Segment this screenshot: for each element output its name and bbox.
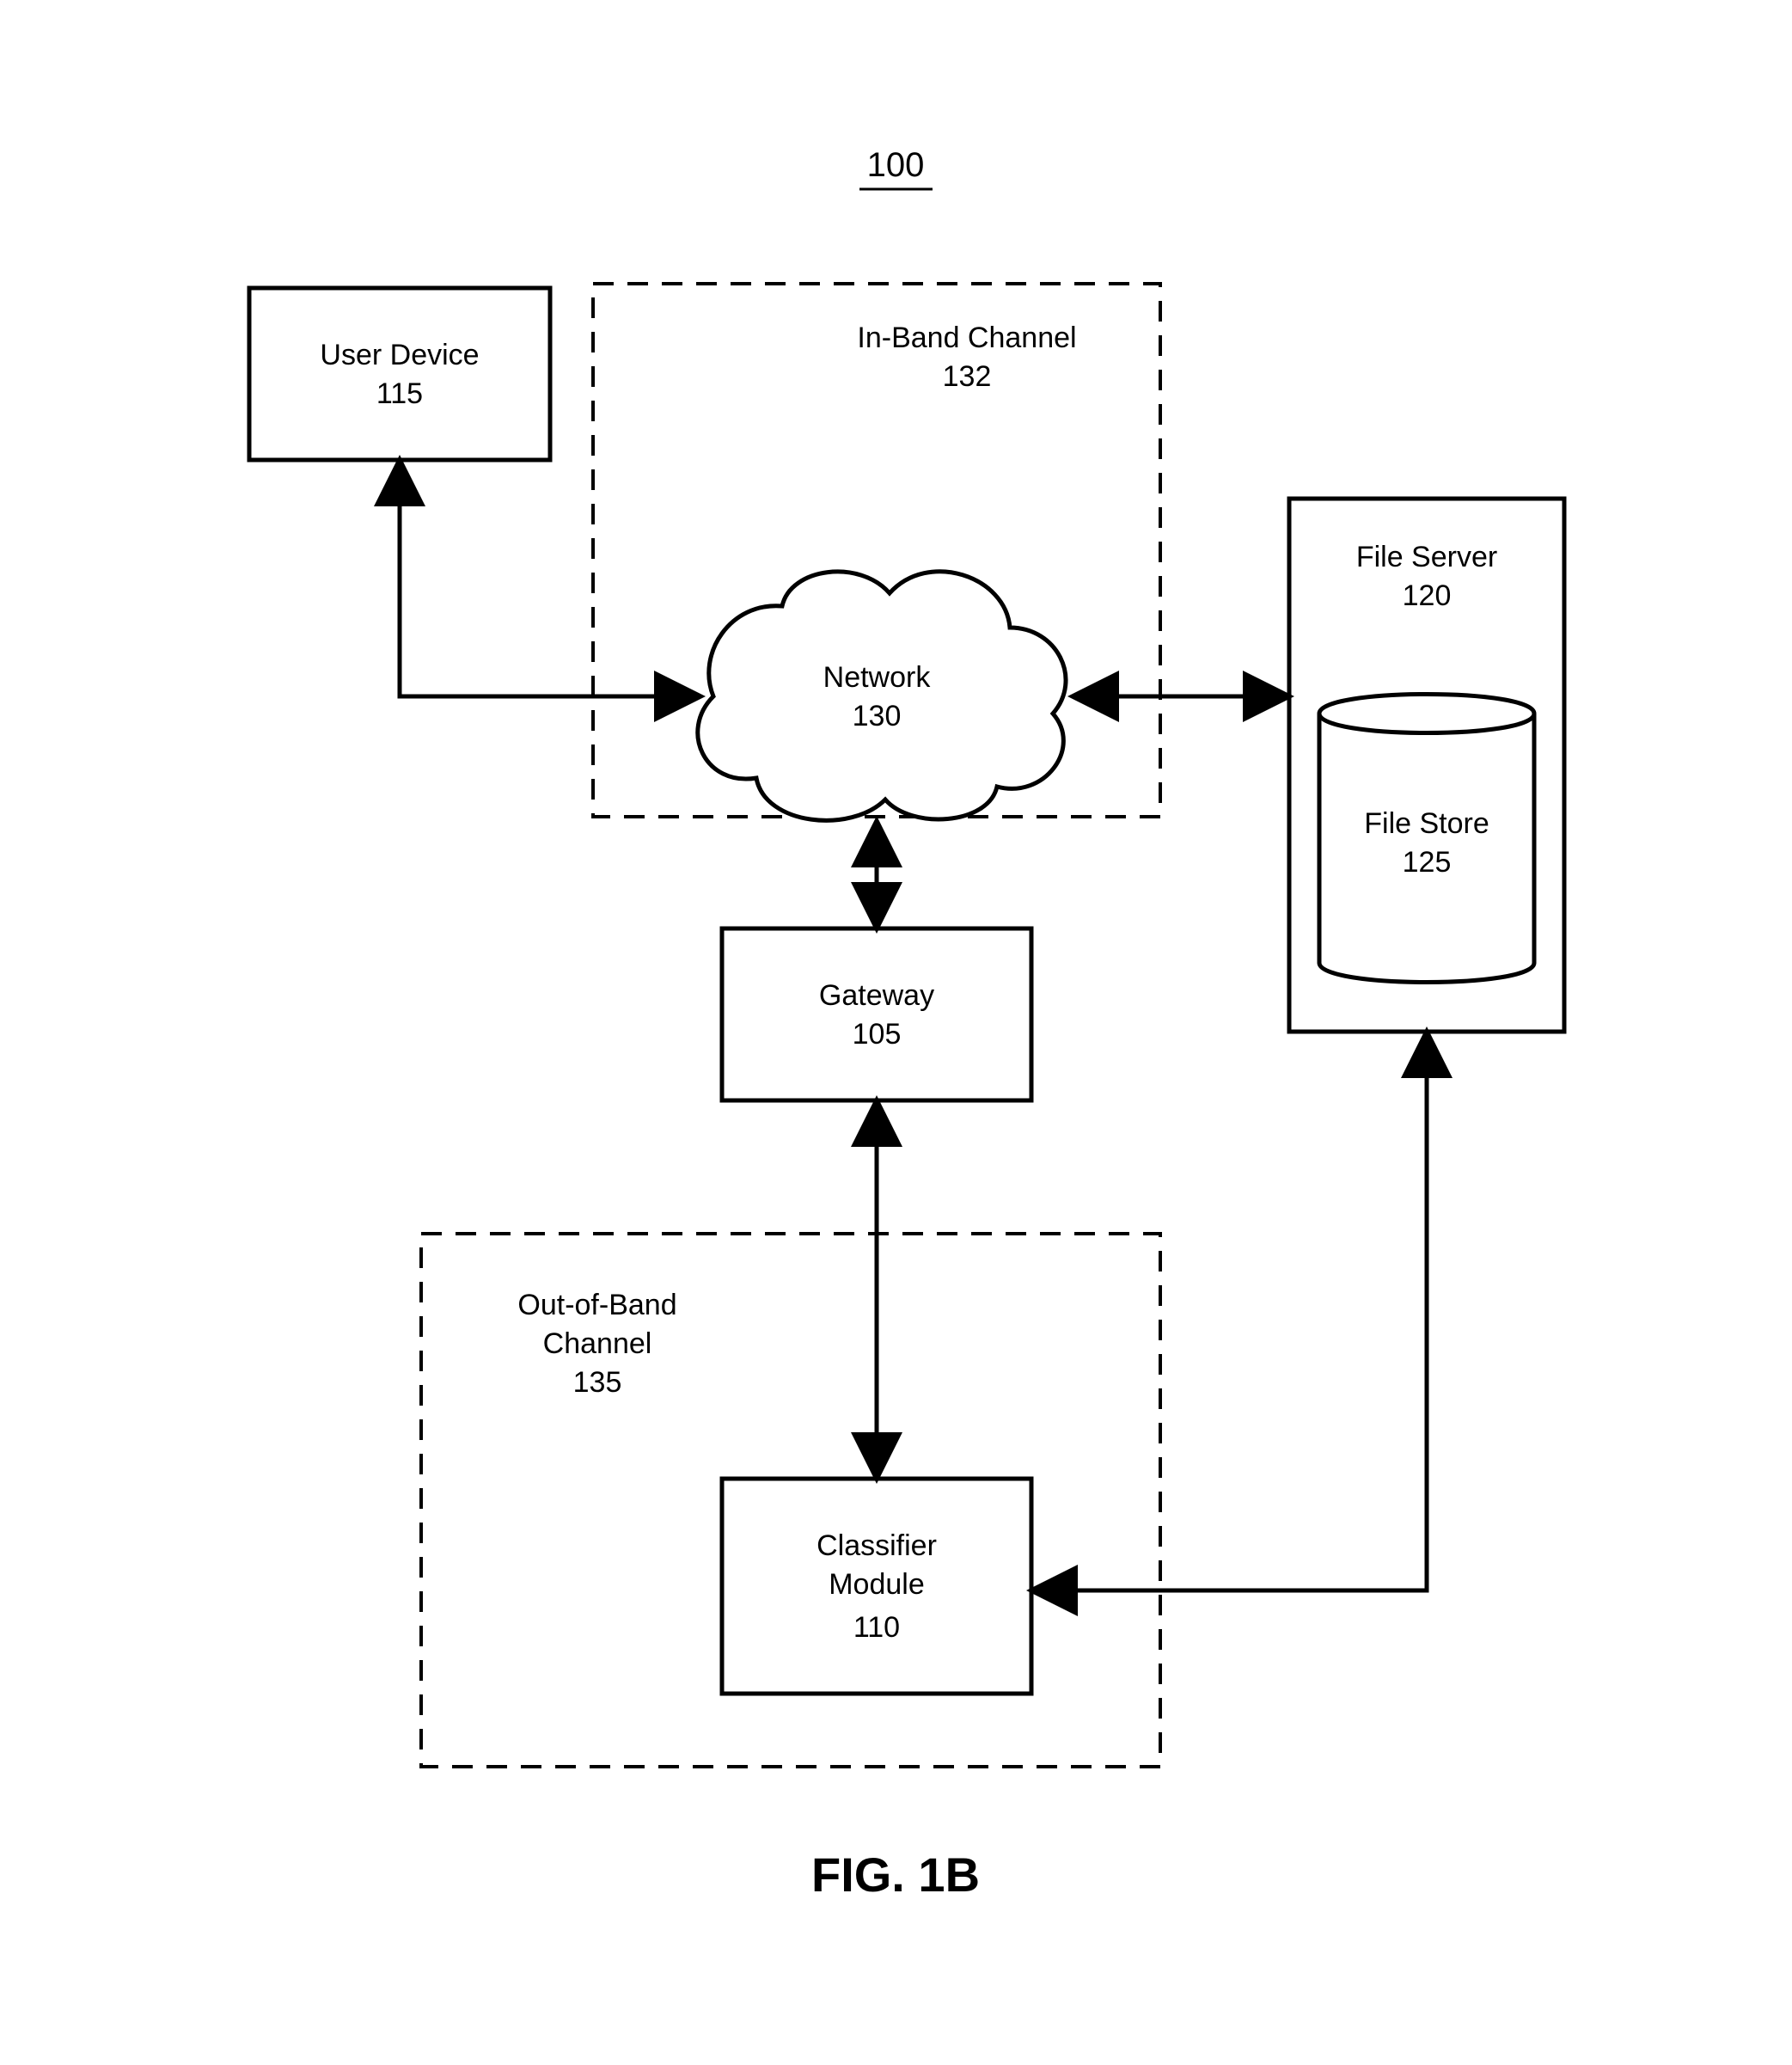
classifier-module-node: Classifier Module 110 xyxy=(722,1479,1031,1694)
network-label: Network xyxy=(823,661,932,694)
file-store-label: File Store xyxy=(1364,807,1489,840)
gateway-node: Gateway 105 xyxy=(722,928,1031,1100)
network-node: Network 130 xyxy=(698,572,1066,821)
user-device-node: User Device 115 xyxy=(249,288,550,460)
connector-userdevice-network xyxy=(400,460,700,696)
out-of-band-label-1: Out-of-Band xyxy=(517,1289,676,1321)
file-server-ref: 120 xyxy=(1403,579,1452,612)
user-device-rect xyxy=(249,288,550,460)
diagram-ref-number: 100 xyxy=(867,146,925,184)
gateway-ref: 105 xyxy=(853,1018,902,1051)
user-device-ref: 115 xyxy=(376,377,423,410)
classifier-ref: 110 xyxy=(853,1611,900,1644)
file-store-ref: 125 xyxy=(1403,846,1452,879)
file-store-node: File Store 125 xyxy=(1319,695,1534,983)
network-ref: 130 xyxy=(853,700,902,732)
gateway-label: Gateway xyxy=(819,979,934,1012)
system-architecture-diagram: 100 In-Band Channel 132 Out-of-Band Chan… xyxy=(0,0,1792,2065)
in-band-channel-ref: 132 xyxy=(943,360,992,393)
figure-label: FIG. 1B xyxy=(811,1847,980,1902)
out-of-band-ref: 135 xyxy=(573,1366,622,1399)
network-cloud-icon xyxy=(698,572,1066,821)
classifier-label-1: Classifier xyxy=(816,1529,937,1562)
user-device-label: User Device xyxy=(320,339,479,371)
connector-fileserver-classifier xyxy=(1031,1032,1427,1590)
file-server-node: File Server 120 File Store 125 xyxy=(1289,499,1564,1032)
out-of-band-label-2: Channel xyxy=(543,1327,652,1360)
classifier-label-2: Module xyxy=(829,1568,925,1601)
in-band-channel-label: In-Band Channel xyxy=(857,322,1076,354)
gateway-rect xyxy=(722,928,1031,1100)
file-server-label: File Server xyxy=(1356,541,1497,573)
